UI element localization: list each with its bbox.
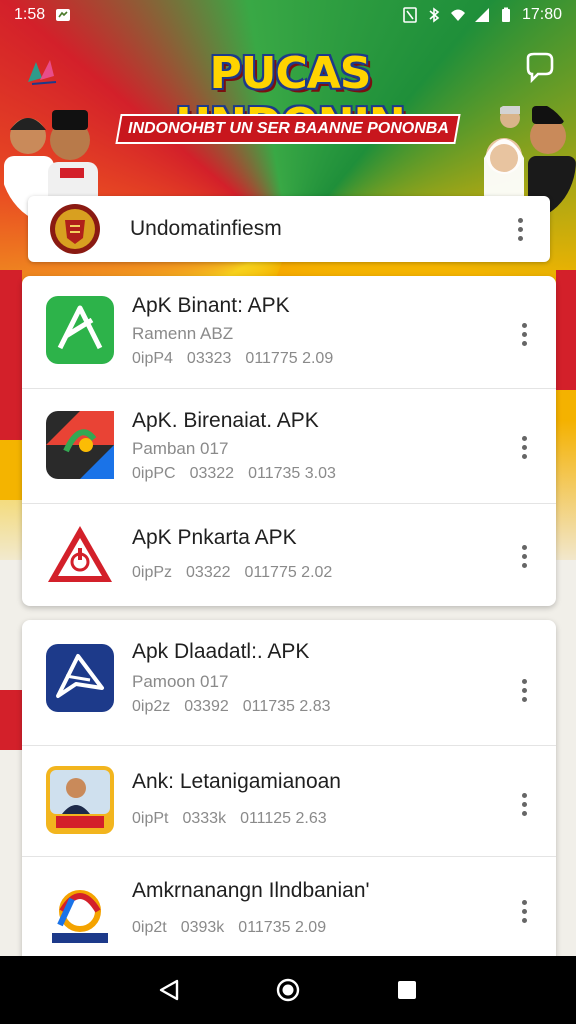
app-meta: 0ipPt 0333k 011125 2.63: [132, 810, 327, 827]
back-triangle-icon: [160, 979, 179, 1001]
red-stripe-left-lower: [0, 690, 22, 750]
banner-subtitle: INDONOHBT UN SER BAANNE PONONBA: [115, 114, 461, 144]
more-icon[interactable]: [514, 790, 534, 818]
red-stripe-left: [0, 270, 22, 440]
app-name: Ank: Letanigamianoan: [132, 770, 341, 793]
bird-logo-icon: [28, 60, 57, 85]
app-meta: 0ipP4 03323 011775 2.09: [132, 350, 334, 367]
map-pin-icon: [46, 411, 114, 479]
app-meta: 0ip2t 0393k 011735 2.09: [132, 919, 327, 936]
status-clock: 17:80: [521, 6, 562, 23]
banner-title: PUCAS UNDONIN: [175, 48, 406, 150]
recents-button[interactable]: [387, 970, 427, 1010]
signal-icon: [474, 8, 489, 22]
app-name: ApK Binant: APK: [132, 294, 290, 317]
back-button[interactable]: [149, 970, 189, 1010]
more-icon[interactable]: [514, 320, 534, 348]
list-item[interactable]: ApK Binant: APK Ramenn ABZ 0ipP4 03323 011…: [22, 276, 556, 388]
header-card-title: Undomatinfiesm: [130, 217, 282, 240]
app-meta: 0ip2z 03392 011735 2.83: [132, 698, 331, 715]
app-subtitle: Pamoon 017: [132, 672, 229, 691]
notification-icon: [56, 9, 71, 21]
header-more-icon[interactable]: [510, 215, 530, 243]
app-name: ApK. Birenaiat. APK: [132, 409, 319, 432]
app-name: Apk Dlaadatl:. APK: [132, 640, 310, 663]
more-icon[interactable]: [514, 676, 534, 704]
header-card[interactable]: Undomatinfiesm: [28, 196, 550, 262]
red-stripe-right: [556, 270, 576, 390]
list-item[interactable]: Ank: Letanigamianoan 0ipPt 0333k 011125 2.…: [22, 746, 556, 856]
bluetooth-icon: [429, 7, 440, 23]
yellow-stripe-left: [0, 440, 22, 500]
person-photo-icon: [46, 766, 114, 834]
status-time: 1:58: [14, 6, 46, 23]
app-list-card-2: Apk Dlaadatl:. APK Pamoon 017 0ip2z 03392…: [22, 620, 556, 966]
app-subtitle: Ramenn ABZ: [132, 324, 234, 343]
more-icon[interactable]: [514, 542, 534, 570]
list-item[interactable]: ApK. Birenaiat. APK Pamban 017 0ipPC 0332…: [22, 389, 556, 503]
app-name: ApK Pnkarta APK: [132, 526, 297, 549]
app-name: Amkrnanangn Ilndbanian': [132, 879, 370, 902]
more-icon[interactable]: [514, 897, 534, 925]
list-item[interactable]: ApK Pnkarta APK 0ipPz 03322 011775 2.02: [22, 504, 556, 606]
recents-square-icon: [397, 981, 416, 999]
app-list-card-1: ApK Binant: APK Ramenn ABZ 0ipP4 03323 011…: [22, 276, 556, 606]
status-bar: 1:58 17:80: [0, 0, 576, 30]
home-circle-icon: [276, 978, 300, 1002]
emblem-logo-icon: [50, 204, 100, 254]
app-subtitle: Pamban 017: [132, 439, 229, 458]
battery-icon: [501, 7, 510, 22]
app-meta: 0ipPz 03322 011775 2.02: [132, 564, 333, 581]
warning-triangle-icon: [48, 526, 112, 582]
green-arrow-icon: [46, 296, 114, 364]
app-meta: 0ipPC 03322 011735 3.03: [132, 465, 336, 482]
more-icon[interactable]: [514, 433, 534, 461]
nfc-icon: [403, 7, 417, 23]
chat-icon[interactable]: [522, 52, 556, 84]
list-item[interactable]: Amkrnanangn Ilndbanian' 0ip2t 0393k 011735…: [22, 857, 556, 966]
colorful-circle-icon: [46, 881, 114, 949]
list-item[interactable]: Apk Dlaadatl:. APK Pamoon 017 0ip2z 03392…: [22, 620, 556, 744]
blue-send-icon: [46, 644, 114, 712]
navigation-bar: [0, 956, 576, 1024]
wifi-icon: [450, 9, 465, 21]
home-button[interactable]: [268, 970, 308, 1010]
